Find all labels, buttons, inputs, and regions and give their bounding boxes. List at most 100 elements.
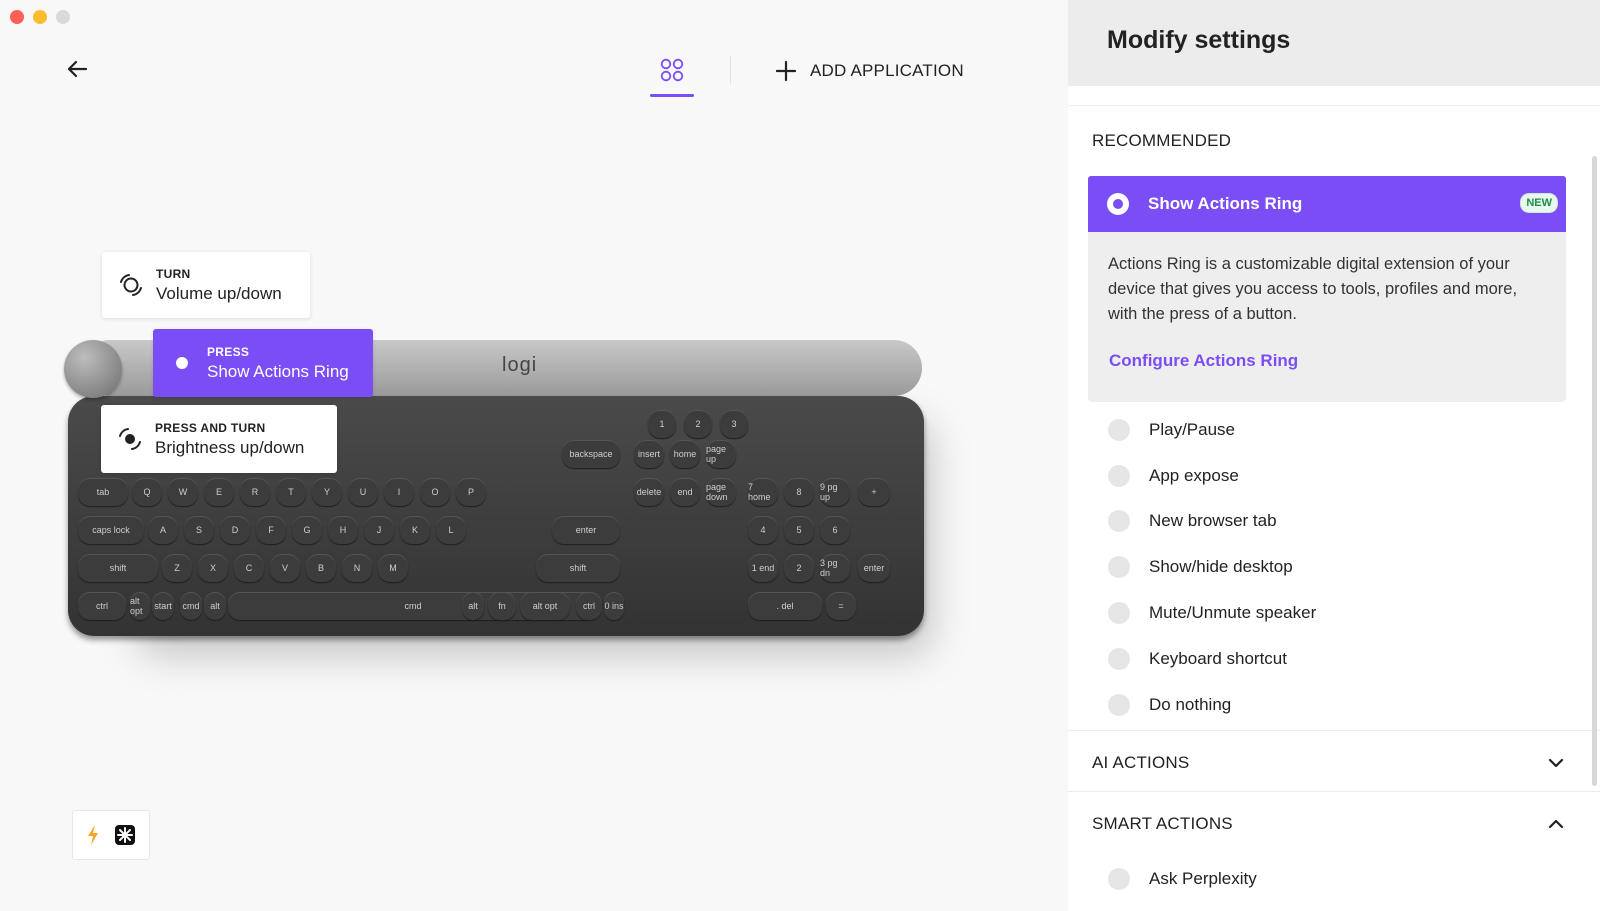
radio-unselected[interactable] bbox=[1108, 648, 1130, 670]
keyboard-key: 9 pg up bbox=[820, 478, 850, 506]
option-label: App expose bbox=[1149, 466, 1239, 485]
option-play-pause[interactable]: Play/Pause bbox=[1108, 415, 1235, 445]
option-do-nothing[interactable]: Do nothing bbox=[1108, 690, 1231, 720]
keyboard-key: backspace bbox=[562, 440, 620, 468]
keyboard-key: + bbox=[858, 478, 890, 506]
apps-grid-icon bbox=[660, 58, 684, 82]
lightning-icon bbox=[88, 825, 98, 845]
keyboard-key: V bbox=[270, 554, 300, 582]
add-application-label: ADD APPLICATION bbox=[810, 61, 964, 80]
keyboard-key: A bbox=[148, 516, 178, 544]
keyboard-key: 2 bbox=[784, 554, 814, 582]
add-application-button[interactable]: ADD APPLICATION bbox=[776, 56, 964, 86]
keyboard-key: 3 pg dn bbox=[820, 554, 850, 582]
tooltip-press-and-turn-kind: PRESS AND TURN bbox=[155, 420, 266, 435]
keyboard-key: T bbox=[276, 478, 306, 506]
keyboard-key: 0 ins bbox=[604, 592, 624, 620]
all-applications-tab[interactable] bbox=[650, 55, 694, 97]
option-label: Show/hide desktop bbox=[1149, 557, 1293, 576]
actions-ring-description-card: Actions Ring is a customizable digital e… bbox=[1088, 232, 1566, 402]
keyboard-key: B bbox=[306, 554, 336, 582]
chevron-up-icon bbox=[1548, 819, 1564, 829]
back-button[interactable] bbox=[66, 57, 90, 81]
keyboard-key: K bbox=[400, 516, 430, 544]
section-divider bbox=[1068, 730, 1600, 731]
keyboard-key: enter bbox=[858, 554, 890, 582]
keyboard-key: Z bbox=[162, 554, 192, 582]
header-divider bbox=[730, 56, 731, 84]
keyboard-key: ctrl bbox=[576, 592, 602, 620]
keyboard-key: E bbox=[204, 478, 234, 506]
tooltip-turn[interactable]: TURN Volume up/down bbox=[102, 252, 310, 318]
option-label: Keyboard shortcut bbox=[1149, 649, 1287, 668]
quick-actions-button[interactable] bbox=[72, 810, 150, 860]
keyboard-key: page down bbox=[706, 478, 736, 506]
option-label: Do nothing bbox=[1149, 695, 1232, 714]
keyboard-key: end bbox=[670, 478, 700, 506]
keyboard-key: alt opt bbox=[130, 592, 150, 620]
ai-actions-accordion[interactable]: AI ACTIONS bbox=[1068, 735, 1600, 791]
keyboard-key: S bbox=[184, 516, 214, 544]
keyboard-key: J bbox=[364, 516, 394, 544]
option-mute-unmute-speaker[interactable]: Mute/Unmute speaker bbox=[1108, 598, 1316, 628]
keyboard-key: ctrl bbox=[78, 592, 126, 620]
tooltip-press-kind: PRESS bbox=[207, 344, 250, 359]
keyboard-key: 3 bbox=[720, 410, 748, 438]
device-view: ADD APPLICATION logi 1 2 3 backspace insert h… bbox=[0, 0, 1068, 911]
zoom-window-button[interactable] bbox=[56, 10, 70, 24]
settings-panel-header: Modify settings bbox=[1068, 0, 1600, 86]
keyboard-key: alt opt bbox=[520, 592, 570, 620]
settings-panel: Modify settings RECOMMENDED Show Actions… bbox=[1068, 0, 1600, 911]
keyboard-key: start bbox=[152, 592, 174, 620]
option-ask-perplexity[interactable]: Ask Perplexity bbox=[1108, 864, 1257, 894]
keyboard-key: 5 bbox=[784, 516, 814, 544]
keyboard-key: cmd bbox=[180, 592, 202, 620]
keyboard-key: I bbox=[384, 478, 414, 506]
close-window-button[interactable] bbox=[10, 10, 24, 24]
configure-actions-ring-link[interactable]: Configure Actions Ring bbox=[1109, 351, 1298, 371]
keyboard-key: 7 home bbox=[748, 478, 778, 506]
radio-unselected[interactable] bbox=[1108, 465, 1130, 487]
keyboard-key: O bbox=[420, 478, 450, 506]
minimize-window-button[interactable] bbox=[33, 10, 47, 24]
keyboard-key: shift bbox=[536, 554, 620, 582]
radio-selected[interactable] bbox=[1107, 193, 1129, 215]
keyboard-key: X bbox=[198, 554, 228, 582]
keyboard-key: 2 bbox=[684, 410, 712, 438]
panel-scrollbar[interactable] bbox=[1592, 156, 1597, 786]
tooltip-turn-kind: TURN bbox=[156, 266, 191, 281]
rotate-dial-icon bbox=[120, 274, 142, 296]
option-label: Show Actions Ring bbox=[1148, 194, 1303, 213]
option-new-browser-tab[interactable]: New browser tab bbox=[1108, 506, 1277, 536]
actions-ring-description: Actions Ring is a customizable digital e… bbox=[1108, 255, 1518, 323]
keyboard-brand-logo: logi bbox=[502, 354, 538, 376]
option-keyboard-shortcut[interactable]: Keyboard shortcut bbox=[1108, 644, 1287, 674]
smart-actions-title: SMART ACTIONS bbox=[1092, 814, 1233, 833]
tooltip-press-and-turn[interactable]: PRESS AND TURN Brightness up/down bbox=[101, 405, 337, 473]
smart-actions-accordion[interactable]: SMART ACTIONS bbox=[1068, 796, 1600, 852]
crown-dial[interactable] bbox=[64, 340, 122, 398]
keyboard-key: 4 bbox=[748, 516, 778, 544]
keyboard-key: N bbox=[342, 554, 372, 582]
radio-unselected[interactable] bbox=[1108, 510, 1130, 532]
keyboard-key: 6 bbox=[820, 516, 850, 544]
keyboard-key: fn bbox=[488, 592, 516, 620]
keyboard-key: L bbox=[436, 516, 466, 544]
radio-unselected[interactable] bbox=[1108, 868, 1130, 890]
keyboard-key: alt bbox=[462, 592, 484, 620]
active-tab-indicator bbox=[650, 94, 694, 97]
radio-unselected[interactable] bbox=[1108, 694, 1130, 716]
keyboard-key: enter bbox=[552, 516, 620, 544]
option-show-actions-ring[interactable]: Show Actions Ring NEW bbox=[1088, 176, 1566, 232]
new-badge: NEW bbox=[1520, 193, 1558, 213]
tooltip-press[interactable]: PRESS Show Actions Ring bbox=[153, 329, 373, 397]
keyboard-key: W bbox=[168, 478, 198, 506]
keyboard-key: Q bbox=[132, 478, 162, 506]
option-app-expose[interactable]: App expose bbox=[1108, 461, 1239, 491]
press-and-turn-icon bbox=[119, 428, 141, 450]
radio-unselected[interactable] bbox=[1108, 556, 1130, 578]
tooltip-turn-action: Volume up/down bbox=[156, 283, 282, 303]
radio-unselected[interactable] bbox=[1108, 419, 1130, 441]
radio-unselected[interactable] bbox=[1108, 602, 1130, 624]
option-show-hide-desktop[interactable]: Show/hide desktop bbox=[1108, 552, 1293, 582]
